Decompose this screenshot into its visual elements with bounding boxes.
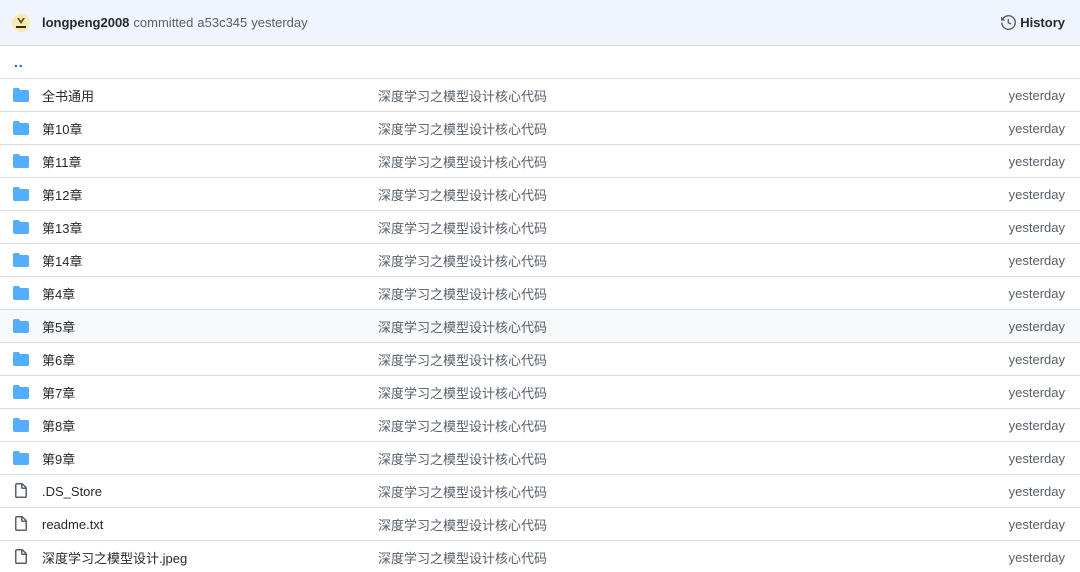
- commit-age: yesterday: [1008, 318, 1065, 334]
- commit-message-link[interactable]: 深度学习之模型设计核心代码: [378, 317, 547, 336]
- folder-name-link[interactable]: 全书通用: [42, 86, 94, 105]
- commit-age: yesterday: [1008, 186, 1065, 202]
- commit-time: yesterday: [251, 15, 308, 30]
- file-row[interactable]: readme.txt 深度学习之模型设计核心代码 yesterday: [0, 508, 1080, 541]
- folder-name-link[interactable]: 第13章: [42, 218, 82, 237]
- folder-icon: [13, 417, 29, 433]
- commit-message-link[interactable]: 深度学习之模型设计核心代码: [378, 251, 547, 270]
- commit-age: yesterday: [1008, 483, 1065, 499]
- file-row[interactable]: 深度学习之模型设计.jpeg 深度学习之模型设计核心代码 yesterday: [0, 541, 1080, 572]
- commit-info: committed a53c345 yesterday: [133, 15, 311, 30]
- folder-row[interactable]: 第12章 深度学习之模型设计核心代码 yesterday: [0, 178, 1080, 211]
- folder-icon: [13, 285, 29, 301]
- folder-row[interactable]: 第4章 深度学习之模型设计核心代码 yesterday: [0, 277, 1080, 310]
- folder-icon: [13, 153, 29, 169]
- file-icon: [13, 483, 29, 499]
- folder-row[interactable]: 全书通用 深度学习之模型设计核心代码 yesterday: [0, 79, 1080, 112]
- folder-row[interactable]: 第14章 深度学习之模型设计核心代码 yesterday: [0, 244, 1080, 277]
- history-label: History: [1020, 15, 1065, 30]
- commit-age: yesterday: [1008, 87, 1065, 103]
- commit-message-link[interactable]: 深度学习之模型设计核心代码: [378, 119, 547, 138]
- commit-age: yesterday: [1008, 120, 1065, 136]
- file-list: 全书通用 深度学习之模型设计核心代码 yesterday 第10章 深度学习之模型设计核…: [0, 79, 1080, 572]
- commit-hash-link[interactable]: a53c345: [197, 15, 247, 30]
- folder-name-link[interactable]: 第10章: [42, 119, 82, 138]
- avatar-logo-icon: [12, 13, 30, 32]
- folder-row[interactable]: 第13章 深度学习之模型设计核心代码 yesterday: [0, 211, 1080, 244]
- commit-age: yesterday: [1008, 153, 1065, 169]
- parent-directory-row[interactable]: ..: [0, 46, 1080, 79]
- file-row[interactable]: .DS_Store 深度学习之模型设计核心代码 yesterday: [0, 475, 1080, 508]
- commit-age: yesterday: [1008, 351, 1065, 367]
- commit-message-link[interactable]: 深度学习之模型设计核心代码: [378, 515, 547, 534]
- commit-age: yesterday: [1008, 417, 1065, 433]
- folder-icon: [13, 384, 29, 400]
- folder-name-link[interactable]: 第5章: [42, 317, 75, 336]
- commit-age: yesterday: [1008, 450, 1065, 466]
- history-button[interactable]: History: [1001, 15, 1065, 30]
- folder-row[interactable]: 第8章 深度学习之模型设计核心代码 yesterday: [0, 409, 1080, 442]
- commit-message-link[interactable]: 深度学习之模型设计核心代码: [378, 482, 547, 501]
- file-name-link[interactable]: readme.txt: [42, 517, 103, 532]
- commit-age: yesterday: [1008, 285, 1065, 301]
- folder-icon: [13, 318, 29, 334]
- folder-name-link[interactable]: 第8章: [42, 416, 75, 435]
- parent-directory-link[interactable]: ..: [14, 55, 24, 69]
- folder-icon: [13, 450, 29, 466]
- file-browser: longpeng2008 committed a53c345 yesterday H…: [0, 0, 1080, 572]
- folder-icon: [13, 219, 29, 235]
- file-icon: [13, 549, 29, 565]
- commit-message-link[interactable]: 深度学习之模型设计核心代码: [378, 383, 547, 402]
- folder-icon: [13, 252, 29, 268]
- folder-row[interactable]: 第5章 深度学习之模型设计核心代码 yesterday: [0, 310, 1080, 343]
- commit-message-link[interactable]: 深度学习之模型设计核心代码: [378, 284, 547, 303]
- folder-icon: [13, 186, 29, 202]
- commit-age: yesterday: [1008, 549, 1065, 565]
- folder-row[interactable]: 第9章 深度学习之模型设计核心代码 yesterday: [0, 442, 1080, 475]
- commit-age: yesterday: [1008, 516, 1065, 532]
- folder-name-link[interactable]: 第4章: [42, 284, 75, 303]
- avatar[interactable]: [12, 13, 30, 32]
- commit-message-link[interactable]: 深度学习之模型设计核心代码: [378, 86, 547, 105]
- folder-name-link[interactable]: 第11章: [42, 152, 82, 171]
- folder-row[interactable]: 第6章 深度学习之模型设计核心代码 yesterday: [0, 343, 1080, 376]
- file-name-link[interactable]: 深度学习之模型设计.jpeg: [42, 548, 187, 567]
- folder-name-link[interactable]: 第9章: [42, 449, 75, 468]
- commit-message-link[interactable]: 深度学习之模型设计核心代码: [378, 185, 547, 204]
- commit-age: yesterday: [1008, 219, 1065, 235]
- commit-age: yesterday: [1008, 252, 1065, 268]
- folder-row[interactable]: 第11章 深度学习之模型设计核心代码 yesterday: [0, 145, 1080, 178]
- folder-row[interactable]: 第7章 深度学习之模型设计核心代码 yesterday: [0, 376, 1080, 409]
- commit-age: yesterday: [1008, 384, 1065, 400]
- file-name-link[interactable]: .DS_Store: [42, 484, 102, 499]
- commit-author-link[interactable]: longpeng2008: [42, 15, 129, 30]
- commit-message-link[interactable]: 深度学习之模型设计核心代码: [378, 218, 547, 237]
- folder-name-link[interactable]: 第6章: [42, 350, 75, 369]
- folder-name-link[interactable]: 第7章: [42, 383, 75, 402]
- commit-message-link[interactable]: 深度学习之模型设计核心代码: [378, 449, 547, 468]
- commit-message-link[interactable]: 深度学习之模型设计核心代码: [378, 152, 547, 171]
- folder-name-link[interactable]: 第14章: [42, 251, 82, 270]
- commit-message-link[interactable]: 深度学习之模型设计核心代码: [378, 350, 547, 369]
- commit-message-link[interactable]: 深度学习之模型设计核心代码: [378, 548, 547, 567]
- folder-row[interactable]: 第10章 深度学习之模型设计核心代码 yesterday: [0, 112, 1080, 145]
- commit-action: committed: [133, 15, 194, 30]
- folder-icon: [13, 351, 29, 367]
- folder-icon: [13, 87, 29, 103]
- folder-name-link[interactable]: 第12章: [42, 185, 82, 204]
- latest-commit-bar: longpeng2008 committed a53c345 yesterday H…: [0, 0, 1080, 46]
- history-icon: [1001, 15, 1017, 30]
- file-icon: [13, 516, 29, 532]
- commit-message-link[interactable]: 深度学习之模型设计核心代码: [378, 416, 547, 435]
- folder-icon: [13, 120, 29, 136]
